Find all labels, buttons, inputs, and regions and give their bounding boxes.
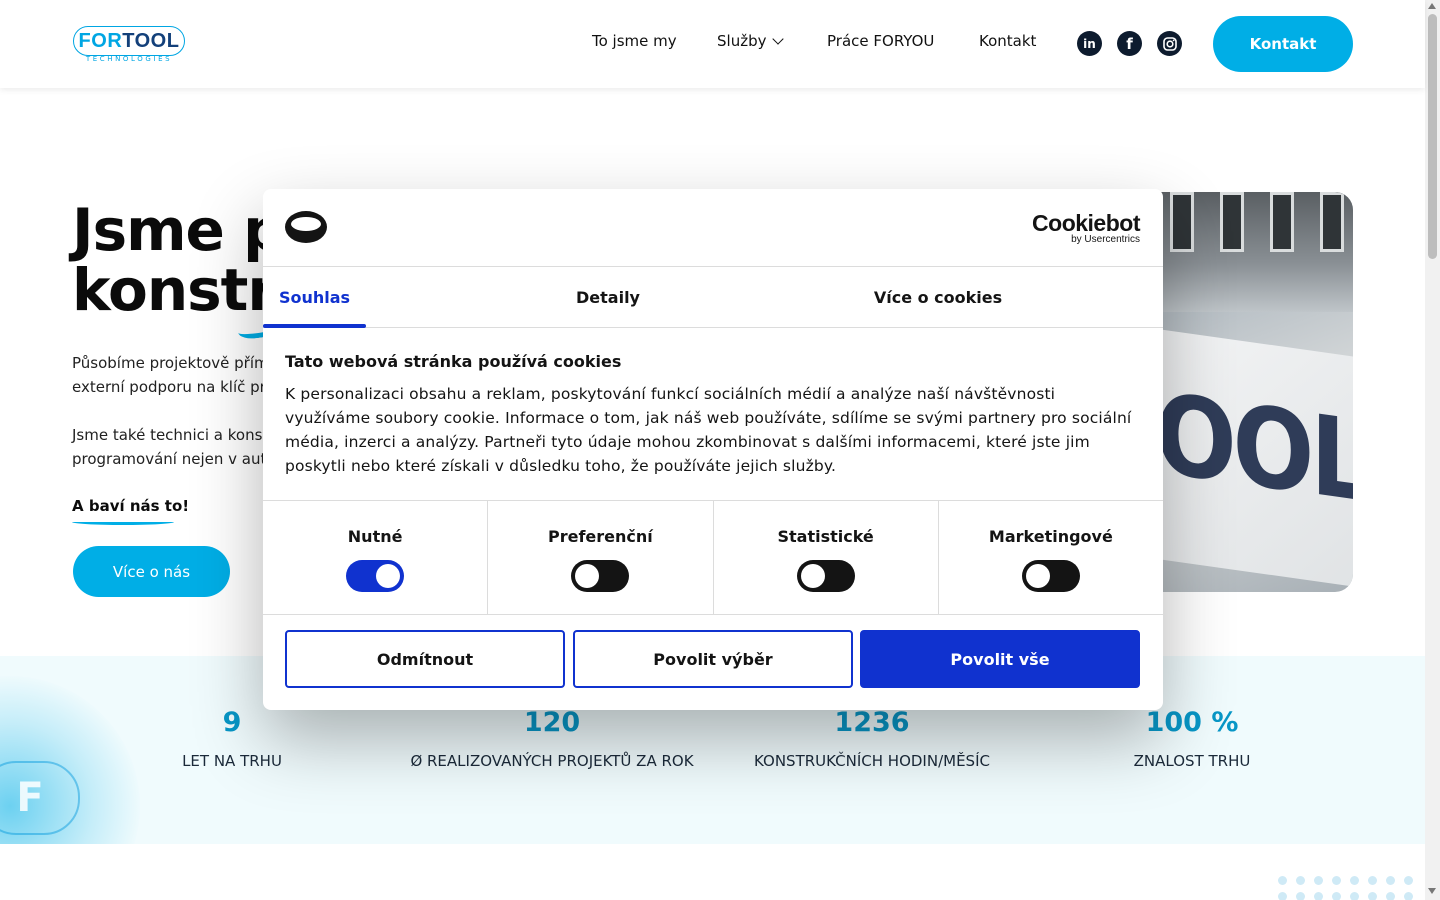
cookie-tabs: Souhlas Detaily Více o cookies bbox=[263, 266, 1163, 328]
cookiebot-brand-sub: by Usercentrics bbox=[1071, 234, 1140, 245]
page-scrollbar[interactable] bbox=[1425, 0, 1440, 900]
toggle-preferencni[interactable] bbox=[571, 560, 630, 592]
toggle-statisticke[interactable] bbox=[796, 560, 855, 592]
tab-vice-o-cookies[interactable]: Více o cookies bbox=[858, 267, 1018, 328]
cookie-consent-dialog: Cookiebot by Usercentrics Souhlas Detail… bbox=[263, 189, 1163, 710]
allow-all-button[interactable]: Povolit vše bbox=[860, 630, 1140, 688]
scroll-down-arrow-icon[interactable] bbox=[1428, 888, 1436, 894]
cookie-description: K personalizaci obsahu a reklam, poskyto… bbox=[285, 385, 1132, 475]
cookie-heading: Tato webová stránka používá cookies bbox=[285, 352, 622, 371]
scroll-thumb[interactable] bbox=[1428, 14, 1437, 259]
cookie-categories: Nutné Preferenční Statistické Marketingo… bbox=[263, 500, 1163, 615]
category-preferencni: Preferenční bbox=[488, 501, 714, 614]
category-statisticke: Statistické bbox=[714, 501, 939, 614]
allow-selection-button[interactable]: Povolit výběr bbox=[573, 630, 853, 688]
tab-souhlas[interactable]: Souhlas bbox=[263, 267, 366, 328]
cookiebot-brand[interactable]: Cookiebot by Usercentrics bbox=[1032, 211, 1140, 245]
scroll-up-arrow-icon[interactable] bbox=[1428, 3, 1436, 9]
cookiebot-brand-name: Cookiebot bbox=[1032, 210, 1140, 236]
reject-button[interactable]: Odmítnout bbox=[285, 630, 565, 688]
active-tab-indicator bbox=[263, 324, 366, 328]
cookie-logo-icon bbox=[285, 211, 327, 243]
tab-detaily[interactable]: Detaily bbox=[543, 267, 673, 328]
toggle-nutne[interactable] bbox=[346, 560, 405, 592]
toggle-marketingove[interactable] bbox=[1021, 560, 1080, 592]
category-marketingove: Marketingové bbox=[939, 501, 1163, 614]
category-nutne: Nutné bbox=[263, 501, 489, 614]
